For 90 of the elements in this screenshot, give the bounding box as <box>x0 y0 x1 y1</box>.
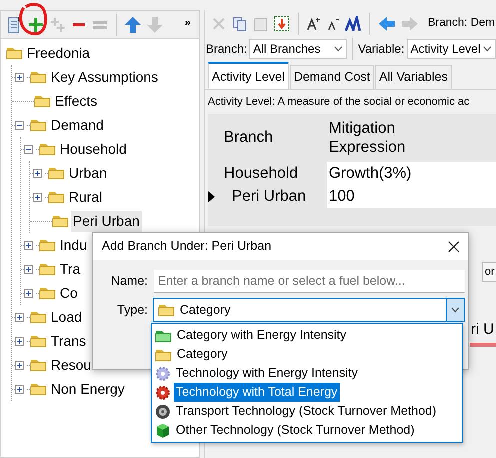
expand-toggle[interactable] <box>15 312 24 322</box>
tree-item[interactable]: Household <box>58 138 129 160</box>
type-dropdown[interactable]: Category <box>153 298 465 322</box>
column-header: Branch <box>223 128 274 148</box>
folder-icon <box>30 70 47 84</box>
tree-item[interactable]: Demand <box>49 114 106 136</box>
dropdown-option[interactable]: Transport Technology (Stock Turnover Method) <box>174 402 439 421</box>
dropdown[interactable]: All Branches <box>249 39 348 59</box>
dropdown-option[interactable]: Technology with Total Energy <box>174 383 340 402</box>
folder-icon <box>52 214 69 228</box>
expand-toggle[interactable] <box>24 240 33 250</box>
copy-icon[interactable] <box>232 16 248 32</box>
folder-icon <box>48 190 65 204</box>
tree-item[interactable]: Trans <box>49 330 88 352</box>
expand-toggle[interactable] <box>15 360 24 370</box>
folder-icon <box>155 328 172 342</box>
tree-item[interactable]: Rural <box>67 186 104 208</box>
folder-icon <box>158 303 175 317</box>
name-field[interactable]: Enter a branch name or select a fuel below... <box>154 270 465 293</box>
description-text: Activity Level: A measure of the social or economic ac <box>208 94 470 110</box>
tree-item[interactable]: Load <box>49 306 84 328</box>
dropdown-option[interactable]: Category with Energy Intensity <box>175 326 349 345</box>
table-cell-text: 100 <box>329 186 355 207</box>
table-cell-text: Growth(3%) <box>329 164 412 184</box>
folder-icon <box>30 358 47 372</box>
field-label: Variable: <box>358 41 405 58</box>
folder-icon <box>155 348 172 362</box>
tree-item[interactable]: Indu <box>58 234 90 256</box>
tree-item[interactable]: Resou <box>49 354 94 376</box>
dropdown-option[interactable]: Other Technology (Stock Turnover Method) <box>174 421 417 440</box>
tree-item[interactable]: Key Assumptions <box>49 66 160 88</box>
folder-icon <box>30 118 47 132</box>
tab[interactable]: Demand Cost <box>290 65 374 89</box>
tab[interactable]: All Variables <box>375 65 452 89</box>
expand-toggle[interactable] <box>24 288 33 298</box>
field-label: Name: <box>110 273 148 290</box>
folder-icon <box>48 166 65 180</box>
folder-icon <box>39 142 56 156</box>
add-icon[interactable] <box>27 16 45 34</box>
dropdown-option[interactable]: Technology with Energy Intensity <box>174 364 360 383</box>
dialog-title: Add Branch Under: Peri Urban <box>102 238 272 256</box>
folder-icon <box>39 286 56 300</box>
dropdown[interactable]: Activity Level <box>406 39 496 59</box>
field-label: Type: <box>116 302 148 319</box>
folder-icon <box>34 94 51 108</box>
field-label: Branch: <box>206 41 248 58</box>
chevron-icon <box>483 46 492 52</box>
expand-toggle[interactable] <box>15 120 24 130</box>
expand-toggle[interactable] <box>33 168 42 178</box>
column-header: Mitigation Expression <box>329 118 407 158</box>
breadcrumb-text: Branch: Dem <box>428 16 496 32</box>
tree-item[interactable]: Peri Urban <box>71 210 142 232</box>
expand-toggle[interactable] <box>33 192 42 202</box>
close-icon[interactable] <box>448 240 460 252</box>
expand-toggle[interactable] <box>24 144 33 154</box>
import-icon[interactable] <box>274 16 290 32</box>
tab[interactable]: Activity Level <box>208 62 289 89</box>
folder-icon <box>39 262 56 276</box>
gear-icon <box>155 384 171 400</box>
cube-icon <box>155 422 171 438</box>
folder-icon <box>30 310 47 324</box>
font-smaller-icon[interactable] <box>326 17 340 31</box>
tree-item[interactable]: Urban <box>67 162 110 184</box>
folder-icon <box>30 334 47 348</box>
dropdown-option[interactable]: Category <box>175 345 230 364</box>
back-arrow-icon[interactable] <box>378 16 396 32</box>
font-larger-icon[interactable] <box>307 17 321 31</box>
heading-text: ri U <box>471 320 494 340</box>
overflow-button[interactable]: » <box>184 15 191 32</box>
tree-item[interactable]: Co <box>58 282 80 304</box>
tree-item[interactable]: Effects <box>53 90 100 112</box>
gear-icon <box>155 366 171 382</box>
expand-toggle[interactable] <box>24 264 33 274</box>
tree-item[interactable]: Tra <box>58 258 82 280</box>
table-cell-text: Peri Urban <box>231 186 306 207</box>
folder-icon <box>39 238 56 252</box>
heading-underline <box>470 343 496 347</box>
table-cell-text: Household <box>223 164 298 184</box>
tree-item[interactable]: Non Energy <box>49 378 127 400</box>
chevron-icon <box>451 307 460 313</box>
up-arrow-icon[interactable] <box>124 16 142 34</box>
chevron-icon <box>334 46 344 52</box>
expand-toggle[interactable] <box>15 336 24 346</box>
expand-toggle[interactable] <box>15 72 24 82</box>
wheel-icon <box>155 404 171 420</box>
tree-item[interactable]: Freedonia <box>25 42 92 64</box>
folder-icon <box>30 382 47 396</box>
tab[interactable]: or <box>482 262 496 282</box>
folder-icon <box>6 46 23 60</box>
expand-toggle[interactable] <box>15 384 24 394</box>
